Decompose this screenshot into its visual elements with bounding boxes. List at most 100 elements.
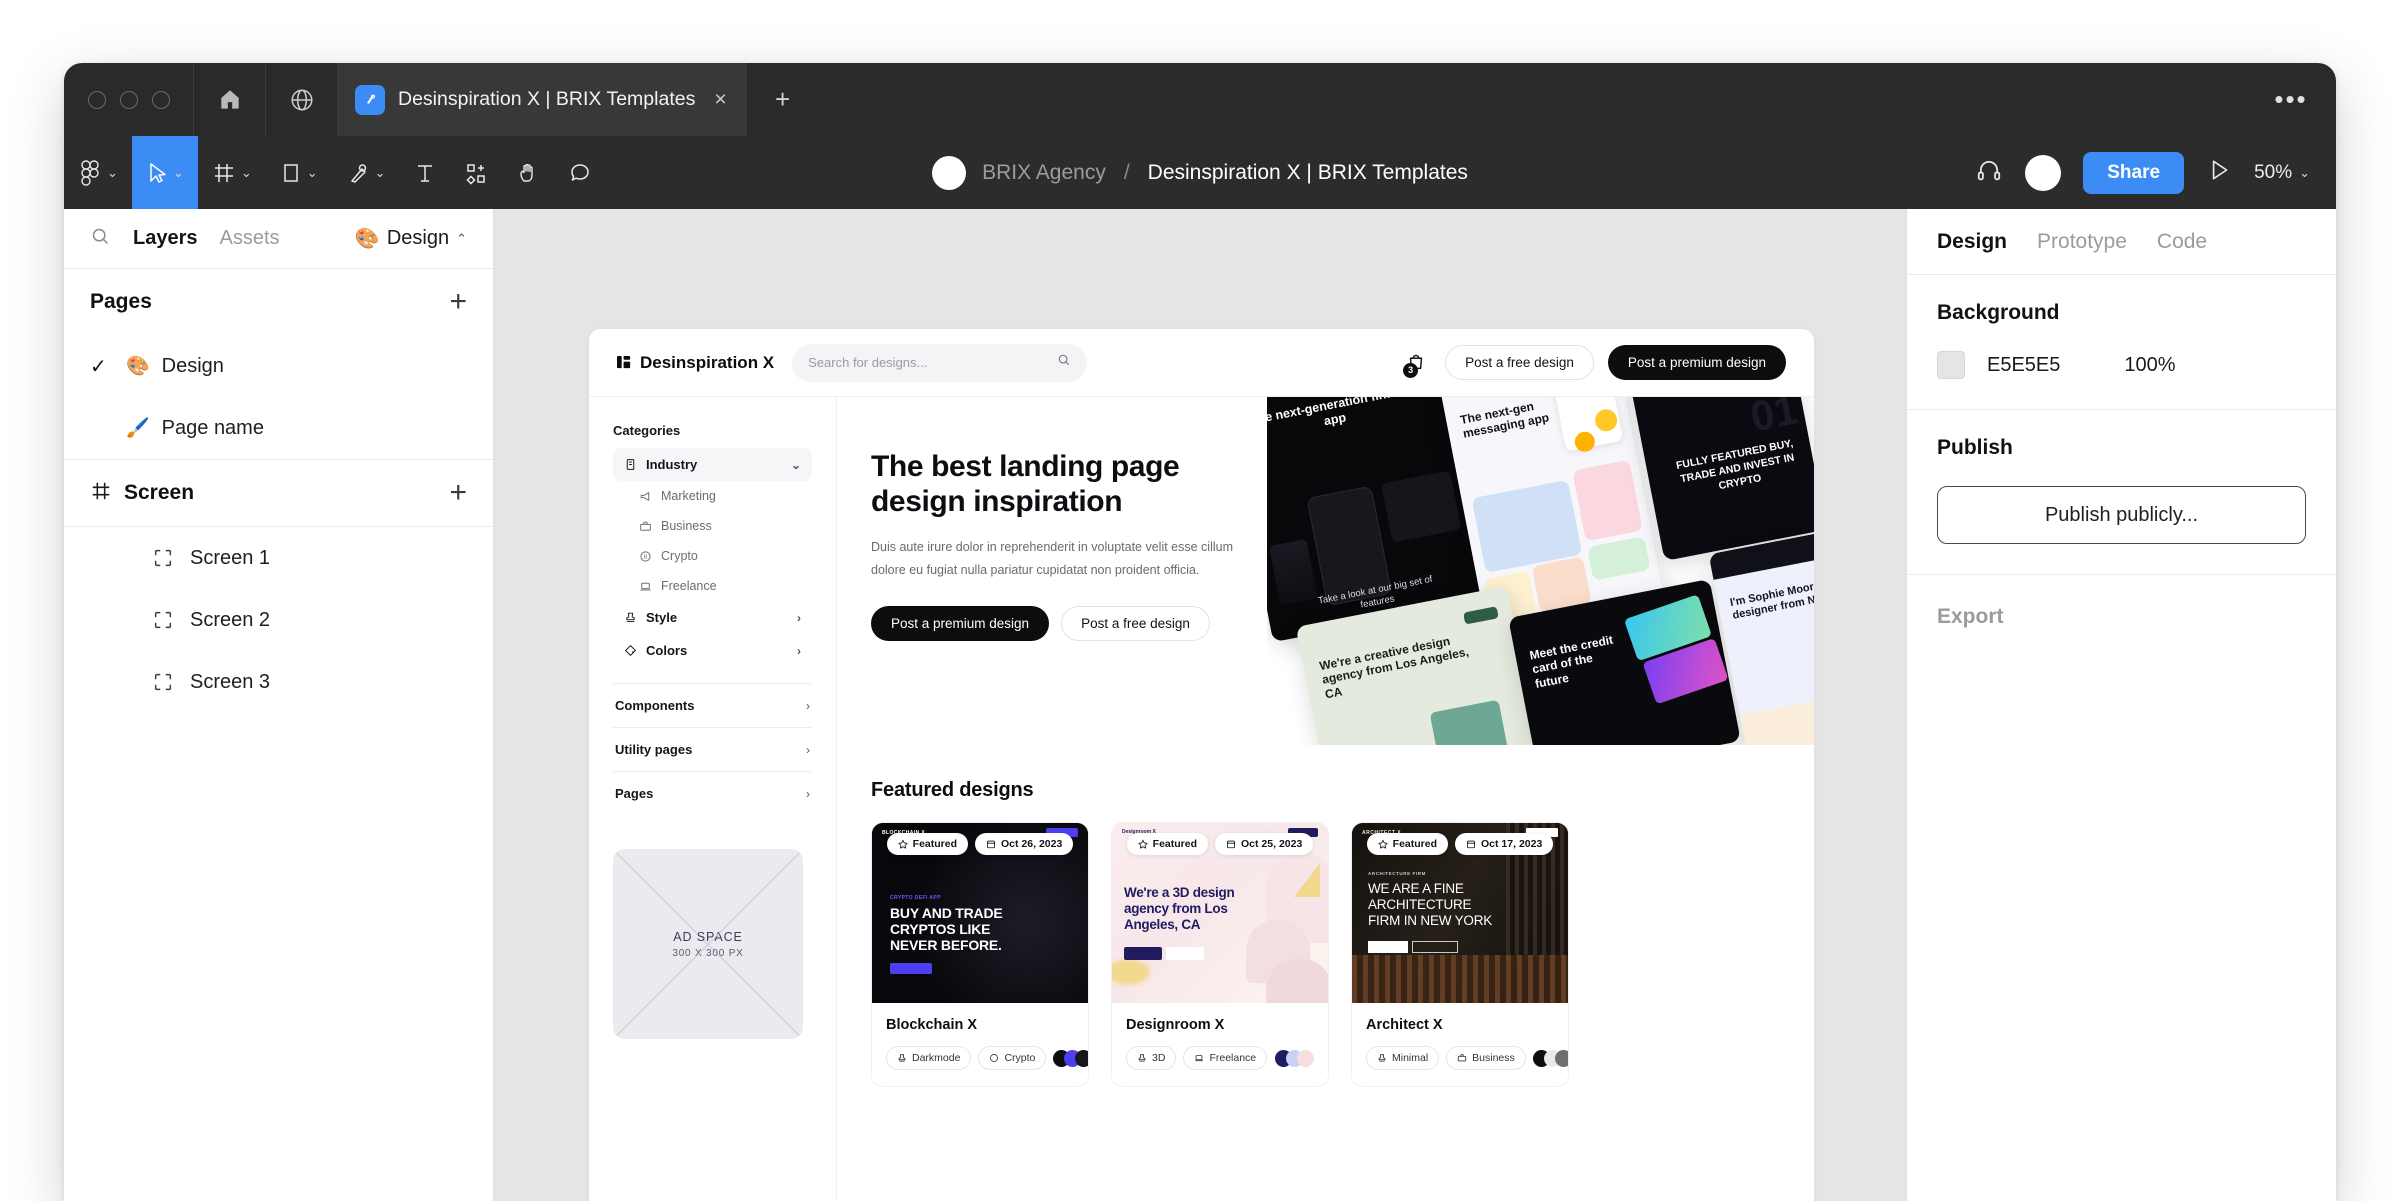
- featured-badge-label: Featured: [1152, 838, 1198, 850]
- close-tab-button[interactable]: ×: [714, 89, 726, 110]
- card-eyebrow: ARCHITECTURE FIRM: [1368, 871, 1426, 876]
- sidebar-link-pages[interactable]: Pages ›: [613, 772, 812, 815]
- stamp-icon: [1378, 1054, 1386, 1062]
- category-industry-label: Industry: [646, 457, 698, 472]
- search-icon[interactable]: [90, 226, 111, 252]
- sidebar-link-components[interactable]: Components ›: [613, 684, 812, 728]
- chevron-up-icon: ⌃: [456, 231, 467, 246]
- tab-design[interactable]: Design: [1937, 230, 2007, 254]
- new-tab-button[interactable]: +: [747, 63, 819, 136]
- maximize-window-button[interactable]: [151, 90, 170, 109]
- design-card[interactable]: BLOCKCHAIN X CRYPTO DEFI APP BUY AND TRA…: [871, 822, 1089, 1087]
- text-tool-button[interactable]: [400, 136, 450, 209]
- category-crypto[interactable]: B Crypto: [613, 541, 812, 571]
- audio-call-button[interactable]: [1975, 156, 2003, 189]
- card-badges: Featured Oct 17, 2023: [1352, 833, 1568, 855]
- figma-menu-button[interactable]: ⌄: [64, 136, 132, 209]
- breadcrumb-file-name[interactable]: Desinspiration X | BRIX Templates: [1148, 161, 1468, 185]
- featured-cards: BLOCKCHAIN X CRYPTO DEFI APP BUY AND TRA…: [871, 822, 1780, 1087]
- share-button[interactable]: Share: [2083, 151, 2185, 194]
- category-style[interactable]: Style ›: [613, 601, 812, 634]
- background-color-row[interactable]: E5E5E5 100%: [1937, 351, 2306, 379]
- chevron-right-icon: ›: [797, 643, 801, 658]
- background-hex-value[interactable]: E5E5E5: [1987, 354, 2060, 377]
- components-tool-button[interactable]: [450, 136, 502, 209]
- cart-button[interactable]: 3: [1403, 350, 1431, 378]
- category-freelance[interactable]: Freelance: [613, 571, 812, 601]
- page-item-page-name[interactable]: 🖌️ Page name: [64, 397, 493, 459]
- design-card[interactable]: ARCHITECT X ARCHITECTURE FIRM WE ARE A F…: [1351, 822, 1569, 1087]
- tab-prototype[interactable]: Prototype: [2037, 230, 2127, 254]
- background-color-swatch[interactable]: [1937, 351, 1965, 379]
- hero-post-free-button[interactable]: Post a free design: [1061, 606, 1210, 642]
- browser-more-menu-button[interactable]: •••: [2246, 63, 2336, 136]
- page-item-design[interactable]: ✓ 🎨 Design: [64, 335, 493, 397]
- shape-tool-button[interactable]: ⌄: [266, 136, 332, 209]
- tab-assets[interactable]: Assets: [220, 227, 280, 250]
- hand-tool-button[interactable]: [502, 136, 554, 209]
- layers-panel: Layers Assets 🎨 Design ⌃ Pages + ✓ 🎨 Des…: [64, 209, 494, 1201]
- chevron-down-icon: ⌄: [790, 457, 801, 472]
- frame-tool-button[interactable]: ⌄: [198, 136, 266, 209]
- close-window-button[interactable]: [87, 90, 106, 109]
- card-body: Designroom X 3D Freelance: [1112, 1003, 1328, 1086]
- page-item-label: Design: [161, 354, 224, 377]
- browser-tab[interactable]: Desinspiration X | BRIX Templates ×: [338, 63, 747, 136]
- category-industry[interactable]: Industry ⌄: [613, 448, 812, 481]
- export-title[interactable]: Export: [1907, 575, 2336, 659]
- tab-layers[interactable]: Layers: [133, 227, 198, 250]
- hero-mockup-crypto: FULLY FEATURED BUY, TRADE AND INVEST IN …: [1628, 397, 1814, 561]
- post-premium-design-button[interactable]: Post a premium design: [1607, 345, 1786, 380]
- category-business[interactable]: Business: [613, 511, 812, 541]
- move-tool-button[interactable]: ⌄: [131, 136, 198, 209]
- date-badge-label: Oct 25, 2023: [1241, 838, 1303, 850]
- layer-item-screen-1[interactable]: Screen 1: [64, 527, 493, 589]
- card-badges: Featured Oct 26, 2023: [872, 833, 1088, 855]
- explore-button[interactable]: [266, 63, 338, 136]
- comment-tool-button[interactable]: [554, 136, 606, 209]
- screen-title: Screen: [124, 481, 195, 504]
- current-page-chip[interactable]: 🎨 Design ⌃: [355, 226, 467, 251]
- star-icon: [898, 839, 908, 849]
- background-opacity-value[interactable]: 100%: [2124, 354, 2175, 377]
- zoom-level-button[interactable]: 50% ⌄: [2254, 162, 2310, 184]
- site-search-box[interactable]: Search for designs...: [792, 343, 1088, 382]
- figma-file-icon: [355, 84, 385, 115]
- site-logo[interactable]: Desinspiration X: [617, 353, 774, 373]
- user-avatar[interactable]: [2025, 154, 2062, 191]
- pen-tool-button[interactable]: ⌄: [332, 136, 400, 209]
- card-headline: We're a 3D design agency from Los Angele…: [1124, 885, 1235, 933]
- card-color-swatches: [1532, 1049, 1568, 1067]
- present-button[interactable]: [2206, 157, 2232, 188]
- breadcrumb-team[interactable]: BRIX Agency: [982, 161, 1106, 185]
- publish-publicly-button[interactable]: Publish publicly...: [1937, 486, 2306, 544]
- home-button[interactable]: [194, 63, 266, 136]
- cart-badge: 3: [1403, 362, 1419, 378]
- hero-post-premium-button[interactable]: Post a premium design: [871, 606, 1050, 642]
- post-free-design-button[interactable]: Post a free design: [1445, 345, 1594, 380]
- minimize-window-button[interactable]: [119, 90, 138, 109]
- tab-code[interactable]: Code: [2157, 230, 2207, 254]
- hero-mockup-text: The next-gen messaging app: [1459, 399, 1551, 442]
- layer-item-screen-2[interactable]: Screen 2: [64, 589, 493, 651]
- category-colors[interactable]: Colors ›: [613, 634, 812, 667]
- design-canvas[interactable]: Desinspiration X Search for designs... 3…: [494, 209, 1906, 1201]
- card-tag[interactable]: Crypto: [978, 1046, 1047, 1070]
- add-page-button[interactable]: +: [449, 287, 467, 317]
- card-tag[interactable]: 3D: [1126, 1046, 1177, 1070]
- category-marketing[interactable]: Marketing: [613, 481, 812, 511]
- sidebar-link-utility-pages[interactable]: Utility pages ›: [613, 728, 812, 772]
- date-badge: Oct 26, 2023: [975, 833, 1074, 855]
- team-avatar: [932, 155, 967, 190]
- card-tag[interactable]: Minimal: [1366, 1046, 1440, 1070]
- add-screen-button[interactable]: +: [449, 478, 467, 508]
- card-tag[interactable]: Business: [1446, 1046, 1526, 1070]
- category-label: Crypto: [661, 549, 698, 563]
- card-tag[interactable]: Darkmode: [886, 1046, 972, 1070]
- card-tag[interactable]: Freelance: [1183, 1046, 1268, 1070]
- hero-copy: The best landing page design inspiration…: [837, 397, 1267, 745]
- layer-item-screen-3[interactable]: Screen 3: [64, 651, 493, 713]
- window-controls[interactable]: [64, 63, 194, 136]
- chevron-right-icon: ›: [806, 742, 810, 757]
- design-card[interactable]: Designroom X We're a 3D design agency fr…: [1111, 822, 1329, 1087]
